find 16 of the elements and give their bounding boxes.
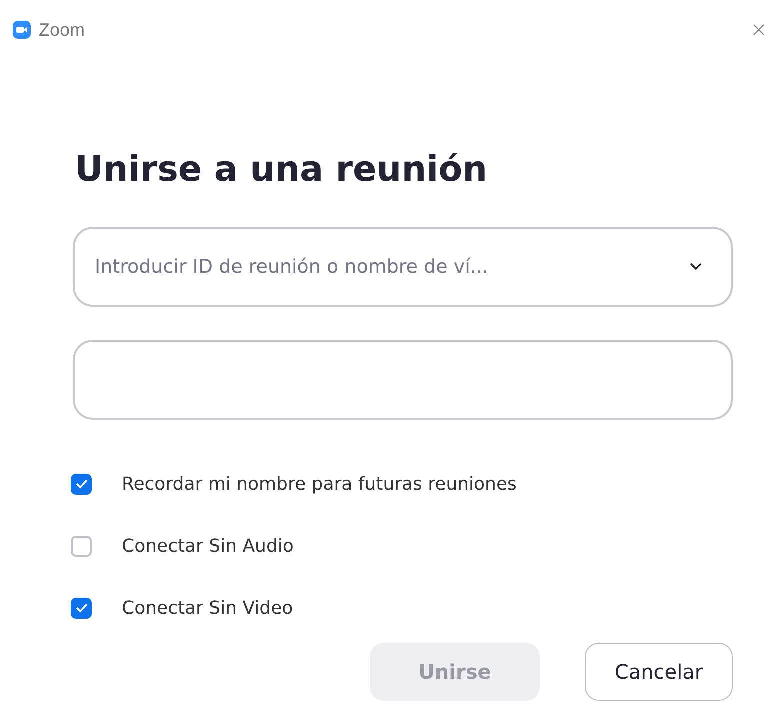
chevron-down-icon[interactable] — [690, 263, 702, 271]
close-icon[interactable] — [753, 24, 765, 36]
checkbox[interactable] — [71, 598, 92, 618]
checkbox[interactable] — [71, 474, 92, 494]
checkbox-label: Conectar Sin Video — [122, 598, 294, 618]
checkbox-label: Conectar Sin Audio — [122, 536, 294, 556]
checkbox[interactable] — [71, 536, 92, 556]
checkbox-label: Recordar mi nombre para futuras reuniones — [122, 474, 517, 494]
dialog-heading: Unirse a una reunión — [75, 150, 489, 190]
cancel-button[interactable]: Cancelar — [585, 643, 733, 701]
checkmark-icon — [76, 479, 88, 489]
name-field[interactable] — [73, 340, 733, 420]
camera-icon — [13, 21, 31, 39]
checkmark-icon — [76, 603, 88, 613]
meeting-id-field[interactable]: Introducir ID de reunión o nombre de ví... — [73, 227, 733, 307]
window-title: Zoom — [39, 20, 86, 40]
